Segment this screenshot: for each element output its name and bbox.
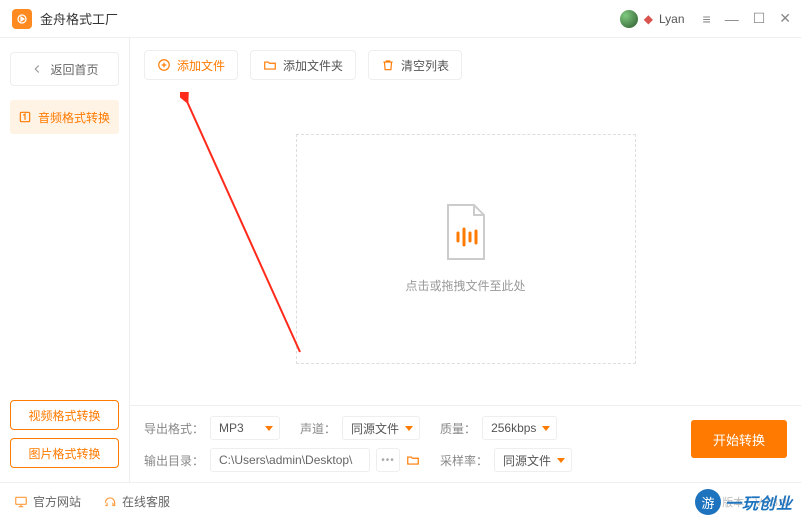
settings-panel: 导出格式： MP3 声道： 同源文件 质量： 256kbps 输出目录： C:\… — [130, 405, 801, 482]
output-dir-group: 输出目录： C:\Users\admin\Desktop\ ••• — [144, 448, 420, 472]
channel-group: 声道： 同源文件 — [300, 416, 420, 440]
maximize-button[interactable]: ☐ — [753, 10, 766, 27]
app-logo-icon — [12, 9, 32, 29]
sample-rate-group: 采样率： 同源文件 — [440, 448, 572, 472]
back-home-button[interactable]: 返回首页 — [10, 52, 119, 86]
sidebar-link-video-convert[interactable]: 视频格式转换 — [10, 400, 119, 430]
quality-label: 质量： — [440, 420, 476, 437]
folder-open-icon — [406, 453, 420, 467]
back-home-label: 返回首页 — [50, 61, 98, 78]
sidebar-link-label: 视频格式转换 — [28, 407, 100, 424]
add-folder-label: 添加文件夹 — [283, 57, 343, 74]
sidebar-link-image-convert[interactable]: 图片格式转换 — [10, 438, 119, 468]
trash-icon — [381, 58, 395, 72]
user-name: Lyan — [659, 12, 685, 26]
minimize-button[interactable]: — — [725, 11, 739, 27]
toolbar: 添加文件 添加文件夹 清空列表 — [130, 38, 801, 92]
clear-list-label: 清空列表 — [401, 57, 449, 74]
export-format-label: 导出格式： — [144, 420, 204, 437]
main-panel: 添加文件 添加文件夹 清空列表 — [130, 38, 801, 482]
drop-hint: 点击或拖拽文件至此处 — [405, 277, 525, 294]
sidebar-tab-audio-convert[interactable]: 音频格式转换 — [10, 100, 119, 134]
avatar — [620, 10, 638, 28]
sample-rate-label: 采样率： — [440, 452, 488, 469]
version-text: 版本：V2.3.3 — [722, 494, 787, 510]
footer: 官方网站 在线客服 版本：V2.3.3 — [0, 482, 801, 520]
user-area[interactable]: ◆ Lyan — [620, 10, 685, 28]
channel-select[interactable]: 同源文件 — [342, 416, 420, 440]
drop-area-wrapper: 点击或拖拽文件至此处 — [130, 92, 801, 405]
window-controls: ≡ — ☐ ✕ — [703, 10, 791, 27]
audio-convert-icon — [18, 110, 32, 124]
quality-select[interactable]: 256kbps — [482, 416, 557, 440]
official-site-link[interactable]: 官方网站 — [14, 493, 81, 510]
add-file-label: 添加文件 — [177, 57, 225, 74]
app-title: 金舟格式工厂 — [40, 9, 620, 28]
output-dir-input[interactable]: C:\Users\admin\Desktop\ — [210, 448, 370, 472]
output-dir-label: 输出目录： — [144, 452, 204, 469]
sidebar-tab-label: 音频格式转换 — [38, 109, 110, 126]
export-format-group: 导出格式： MP3 — [144, 416, 280, 440]
sample-rate-select[interactable]: 同源文件 — [494, 448, 572, 472]
headset-icon — [103, 495, 117, 509]
drop-zone[interactable]: 点击或拖拽文件至此处 — [296, 134, 636, 364]
add-file-button[interactable]: 添加文件 — [144, 50, 238, 80]
menu-icon[interactable]: ≡ — [703, 11, 711, 27]
convert-button[interactable]: 开始转换 — [691, 420, 787, 458]
vip-gem-icon: ◆ — [644, 12, 653, 26]
clear-list-button[interactable]: 清空列表 — [368, 50, 462, 80]
monitor-icon — [14, 495, 28, 509]
plus-circle-icon — [157, 58, 171, 72]
official-site-label: 官方网站 — [33, 493, 81, 510]
folder-icon — [263, 58, 277, 72]
sidebar-link-label: 图片格式转换 — [28, 445, 100, 462]
convert-button-label: 开始转换 — [713, 430, 765, 449]
quality-group: 质量： 256kbps — [440, 416, 557, 440]
audio-file-icon — [442, 203, 490, 263]
back-arrow-icon — [30, 62, 44, 76]
sidebar: 返回首页 音频格式转换 视频格式转换 图片格式转换 — [0, 38, 130, 482]
add-folder-button[interactable]: 添加文件夹 — [250, 50, 356, 80]
online-support-link[interactable]: 在线客服 — [103, 493, 170, 510]
export-format-select[interactable]: MP3 — [210, 416, 280, 440]
channel-label: 声道： — [300, 420, 336, 437]
online-support-label: 在线客服 — [122, 493, 170, 510]
open-folder-button[interactable] — [406, 453, 420, 467]
titlebar: 金舟格式工厂 ◆ Lyan ≡ — ☐ ✕ — [0, 0, 801, 38]
browse-button[interactable]: ••• — [376, 448, 400, 472]
close-button[interactable]: ✕ — [779, 10, 791, 27]
